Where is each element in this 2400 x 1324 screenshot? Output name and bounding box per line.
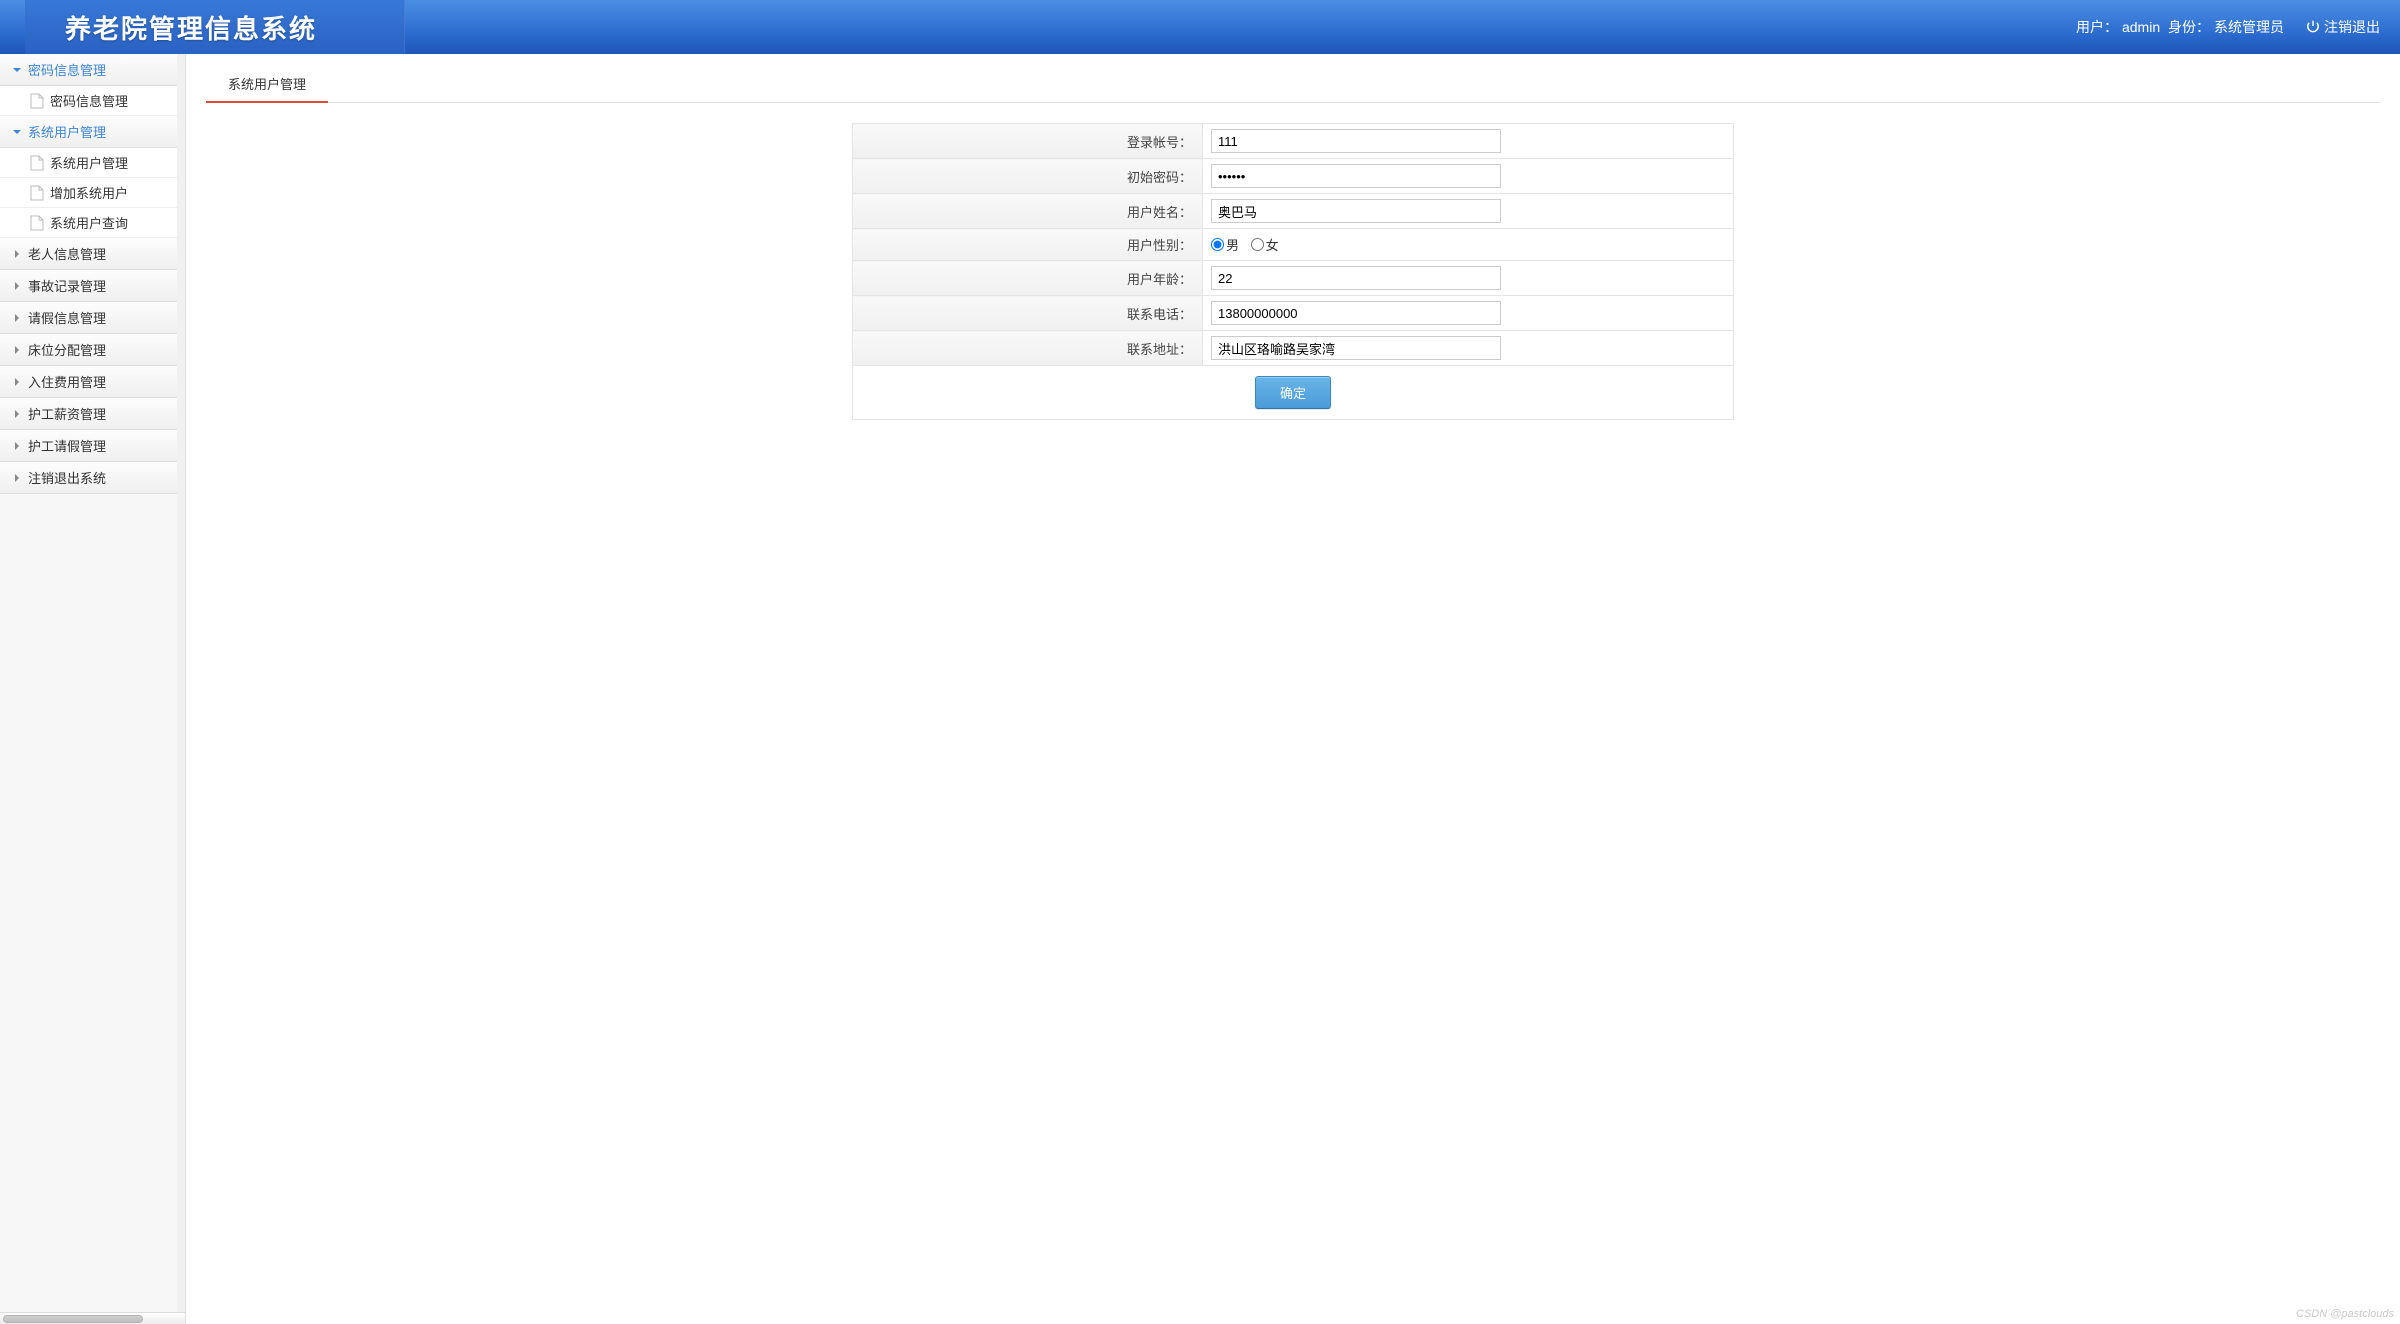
sidebar-section-5[interactable]: 床位分配管理 [0, 334, 178, 366]
label-gender: 用户性别： [853, 229, 1203, 261]
scrollbar-thumb[interactable] [3, 1315, 143, 1323]
sidebar-section-label: 入住费用管理 [28, 372, 106, 391]
sidebar-section-9[interactable]: 注销退出系统 [0, 462, 178, 494]
user-value: admin [2122, 19, 2160, 35]
sidebar-section-label: 事故记录管理 [28, 276, 106, 295]
sidebar-section-3[interactable]: 事故记录管理 [0, 270, 178, 302]
sidebar-item-0-0[interactable]: 密码信息管理 [0, 86, 178, 116]
sidebar-item-label: 密码信息管理 [50, 91, 128, 110]
sidebar-section-label: 床位分配管理 [28, 340, 106, 359]
sidebar-section-label: 老人信息管理 [28, 244, 106, 263]
app-title: 养老院管理信息系统 [65, 9, 317, 46]
sidebar-section-label: 密码信息管理 [28, 60, 106, 79]
tab-system-user-mgmt[interactable]: 系统用户管理 [206, 66, 328, 103]
sidebar-section-label: 注销退出系统 [28, 468, 106, 487]
sidebar-section-0[interactable]: 密码信息管理 [0, 54, 178, 86]
sidebar-section-label: 请假信息管理 [28, 308, 106, 327]
input-age[interactable] [1211, 266, 1501, 290]
sidebar-item-label: 增加系统用户 [50, 183, 128, 202]
logout-button[interactable]: 注销退出 [2306, 17, 2380, 37]
tab-bar: 系统用户管理 [206, 66, 2380, 103]
radio-male[interactable] [1211, 238, 1224, 251]
sidebar: 密码信息管理密码信息管理系统用户管理系统用户管理增加系统用户系统用户查询老人信息… [0, 54, 186, 1324]
sidebar-section-2[interactable]: 老人信息管理 [0, 238, 178, 270]
radio-female-label: 女 [1266, 238, 1279, 253]
sidebar-section-label: 系统用户管理 [28, 122, 106, 141]
label-address: 联系地址： [853, 331, 1203, 366]
submit-button[interactable]: 确定 [1255, 376, 1331, 409]
label-password: 初始密码： [853, 159, 1203, 194]
sidebar-section-label: 护工请假管理 [28, 436, 106, 455]
input-phone[interactable] [1211, 301, 1501, 325]
sidebar-vscrollbar[interactable] [177, 54, 185, 1312]
sidebar-section-4[interactable]: 请假信息管理 [0, 302, 178, 334]
user-info: 用户：admin 身份：系统管理员 [2074, 17, 2286, 37]
app-header: 养老院管理信息系统 用户：admin 身份：系统管理员 注销退出 [0, 0, 2400, 54]
radio-female[interactable] [1251, 238, 1264, 251]
logo-panel: 养老院管理信息系统 [25, 0, 405, 54]
content-area: 系统用户管理 登录帐号： 初始密码： 用户姓名： 用户性别： [186, 54, 2400, 1324]
sidebar-section-7[interactable]: 护工薪资管理 [0, 398, 178, 430]
input-name[interactable] [1211, 199, 1501, 223]
sidebar-section-body-1: 系统用户管理增加系统用户系统用户查询 [0, 148, 178, 238]
label-account: 登录帐号： [853, 124, 1203, 159]
role-label: 身份： [2168, 19, 2210, 35]
sidebar-item-1-2[interactable]: 系统用户查询 [0, 208, 178, 238]
user-form: 登录帐号： 初始密码： 用户姓名： 用户性别： 男 女 [852, 123, 1734, 420]
watermark: CSDN @pastclouds [2296, 1308, 2394, 1320]
radio-male-wrap[interactable]: 男 [1211, 238, 1239, 253]
radio-male-label: 男 [1226, 238, 1239, 253]
label-age: 用户年龄： [853, 261, 1203, 296]
radio-female-wrap[interactable]: 女 [1251, 238, 1279, 253]
input-account[interactable] [1211, 129, 1501, 153]
sidebar-section-body-0: 密码信息管理 [0, 86, 178, 116]
sidebar-hscrollbar[interactable] [0, 1312, 185, 1324]
label-phone: 联系电话： [853, 296, 1203, 331]
sidebar-item-1-0[interactable]: 系统用户管理 [0, 148, 178, 178]
sidebar-item-label: 系统用户管理 [50, 153, 128, 172]
sidebar-section-label: 护工薪资管理 [28, 404, 106, 423]
sidebar-section-1[interactable]: 系统用户管理 [0, 116, 178, 148]
header-right: 用户：admin 身份：系统管理员 注销退出 [2074, 17, 2380, 37]
logout-label: 注销退出 [2324, 17, 2380, 37]
power-icon [2306, 19, 2320, 36]
label-name: 用户姓名： [853, 194, 1203, 229]
user-label: 用户： [2076, 19, 2118, 35]
main-layout: 密码信息管理密码信息管理系统用户管理系统用户管理增加系统用户系统用户查询老人信息… [0, 54, 2400, 1324]
sidebar-section-6[interactable]: 入住费用管理 [0, 366, 178, 398]
input-address[interactable] [1211, 336, 1501, 360]
input-password[interactable] [1211, 164, 1501, 188]
sidebar-item-1-1[interactable]: 增加系统用户 [0, 178, 178, 208]
sidebar-item-label: 系统用户查询 [50, 213, 128, 232]
sidebar-section-8[interactable]: 护工请假管理 [0, 430, 178, 462]
role-value: 系统管理员 [2214, 19, 2284, 35]
